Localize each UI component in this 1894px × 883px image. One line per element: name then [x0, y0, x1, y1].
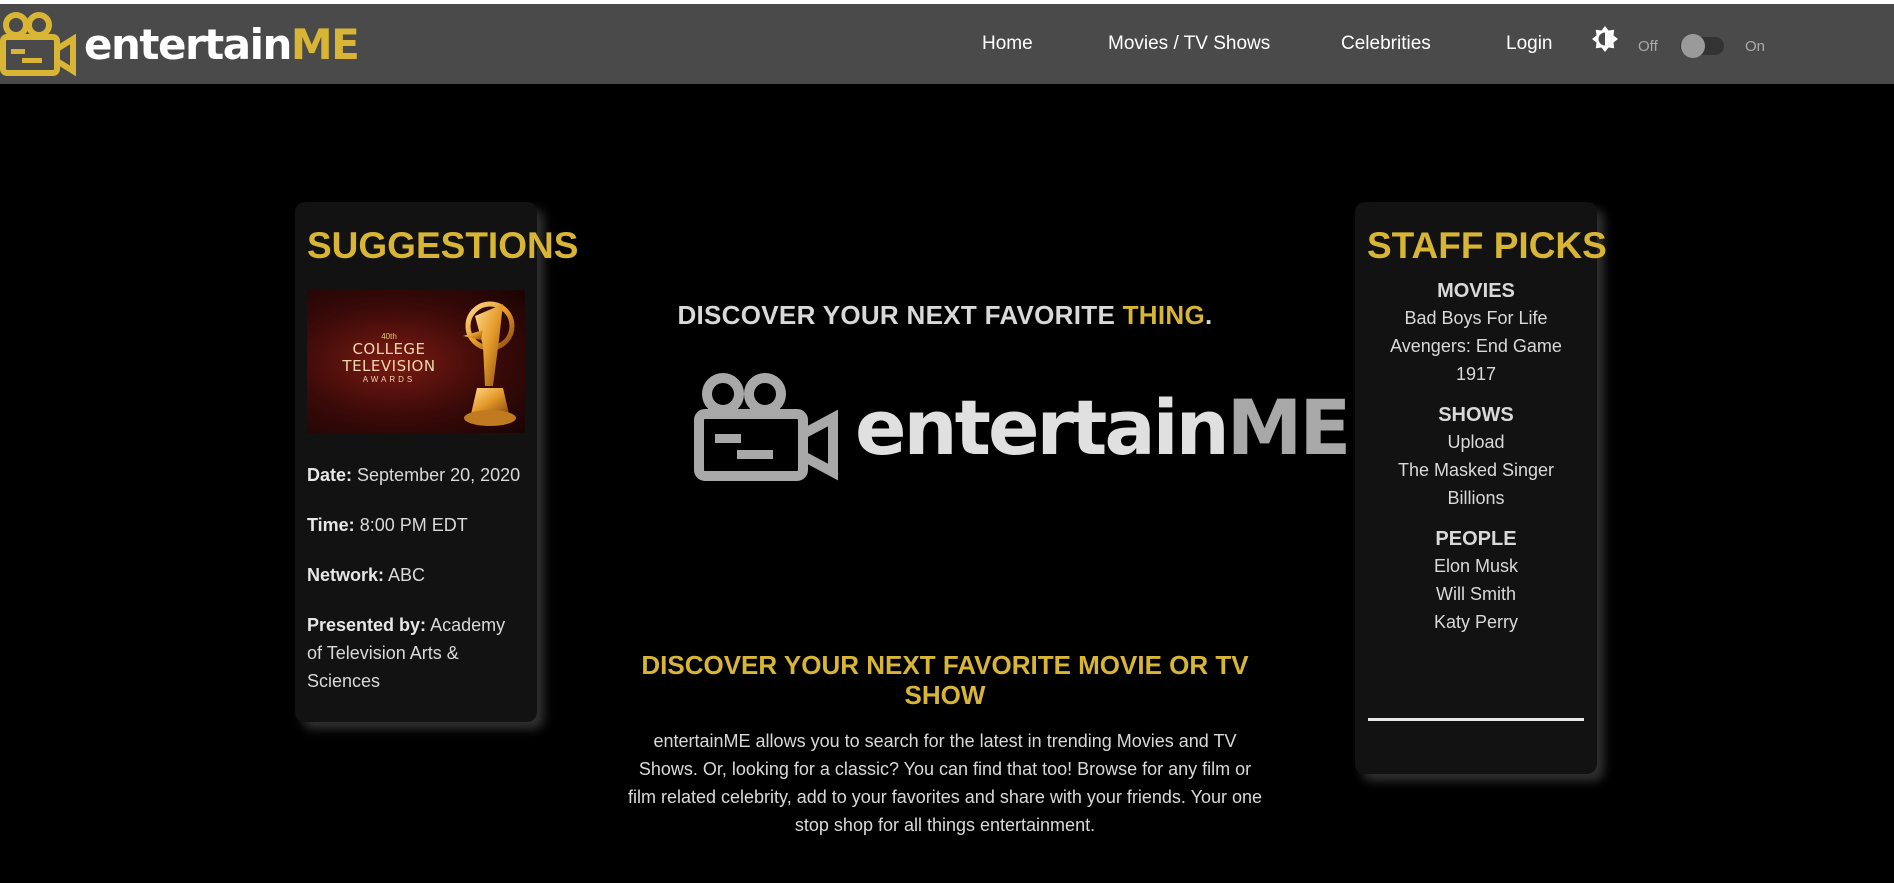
suggestions-card: SUGGESTIONS 40th COLLEGE TELEVISION AWAR…: [295, 202, 579, 722]
staff-movie-item[interactable]: Bad Boys For Life: [1367, 304, 1585, 332]
award-image-line2: COLLEGE: [352, 340, 426, 358]
event-date-value: September 20, 2020: [357, 465, 521, 485]
event-presenter-label: Presented by:: [307, 615, 427, 635]
toggle-knob: [1681, 34, 1705, 58]
dark-mode-toggle[interactable]: [1680, 34, 1724, 58]
event-time-value: 8:00 PM EDT: [359, 515, 468, 535]
hero-logo-prefix: entertain: [855, 382, 1230, 472]
hero-tagline-prefix: DISCOVER YOUR NEXT FAVORITE: [677, 300, 1116, 330]
hero-tagline: DISCOVER YOUR NEXT FAVORITE THING.: [600, 300, 1290, 331]
discover-heading: DISCOVER YOUR NEXT FAVORITE MOVIE OR TV …: [641, 650, 1249, 710]
brand-name-suffix: ME: [290, 19, 360, 69]
staff-person-item[interactable]: Katy Perry: [1367, 608, 1585, 636]
event-network-value: ABC: [388, 565, 426, 585]
award-image-text: 40th COLLEGE TELEVISION AWARDS: [329, 332, 449, 384]
event-presenter: Presented by: Academy of Television Arts…: [307, 611, 525, 695]
staff-show-item[interactable]: Upload: [1367, 428, 1585, 456]
staff-picks-title: STAFF PICKS: [1367, 225, 1607, 266]
college-television-awards-image[interactable]: 40th COLLEGE TELEVISION AWARDS: [307, 290, 525, 433]
nav-celebrities-link[interactable]: Celebrities: [1341, 33, 1431, 55]
hero-logo: entertainME: [693, 372, 1352, 482]
staff-picks-divider: [1368, 718, 1584, 721]
nav-login-link[interactable]: Login: [1506, 33, 1553, 55]
discover-description: entertainME allows you to search for the…: [627, 731, 1262, 835]
toggle-off-label: Off: [1638, 38, 1658, 55]
hero-logo-suffix: ME: [1226, 382, 1352, 472]
award-image-line4: AWARDS: [362, 375, 416, 384]
brand-logo-link[interactable]: entertainME: [0, 4, 360, 84]
brand-name: entertainME: [84, 19, 360, 69]
award-image-line3: TELEVISION: [342, 357, 436, 375]
toggle-on-label: On: [1745, 38, 1766, 55]
staff-show-item[interactable]: The Masked Singer: [1367, 456, 1585, 484]
navbar: entertainME Home Movies / TV Shows Celeb…: [0, 4, 1894, 84]
staff-person-item[interactable]: Will Smith: [1367, 580, 1585, 608]
staff-people-heading: PEOPLE: [1435, 528, 1517, 550]
staff-picks-card: STAFF PICKS MOVIES Bad Boys For Life Ave…: [1355, 202, 1607, 774]
emmy-statue-icon: [463, 301, 516, 426]
suggestions-title: SUGGESTIONS: [307, 225, 579, 266]
staff-movie-item[interactable]: 1917: [1367, 360, 1585, 388]
event-network: Network: ABC: [307, 561, 525, 589]
event-time-label: Time:: [307, 515, 355, 535]
staff-movie-item[interactable]: Avengers: End Game: [1367, 332, 1585, 360]
brightness-icon[interactable]: [1590, 24, 1620, 54]
nav-movies-tv-link[interactable]: Movies / TV Shows: [1108, 33, 1270, 55]
staff-movies-heading: MOVIES: [1437, 280, 1515, 302]
staff-show-item[interactable]: Billions: [1367, 484, 1585, 512]
event-time: Time: 8:00 PM EDT: [307, 511, 525, 539]
hero-tagline-suffix: .: [1205, 300, 1213, 330]
brand-name-prefix: entertain: [84, 19, 292, 69]
event-network-label: Network:: [307, 565, 385, 585]
staff-person-item[interactable]: Elon Musk: [1367, 552, 1585, 580]
event-date: Date: September 20, 2020: [307, 461, 525, 489]
hero-tagline-highlight: THING: [1122, 300, 1206, 330]
movie-camera-icon: [694, 373, 838, 481]
nav-home-link[interactable]: Home: [982, 33, 1033, 55]
event-date-label: Date:: [307, 465, 353, 485]
hero-logo-text: entertainME: [855, 382, 1352, 472]
staff-shows-heading: SHOWS: [1438, 404, 1514, 426]
movie-camera-icon: [0, 12, 76, 77]
